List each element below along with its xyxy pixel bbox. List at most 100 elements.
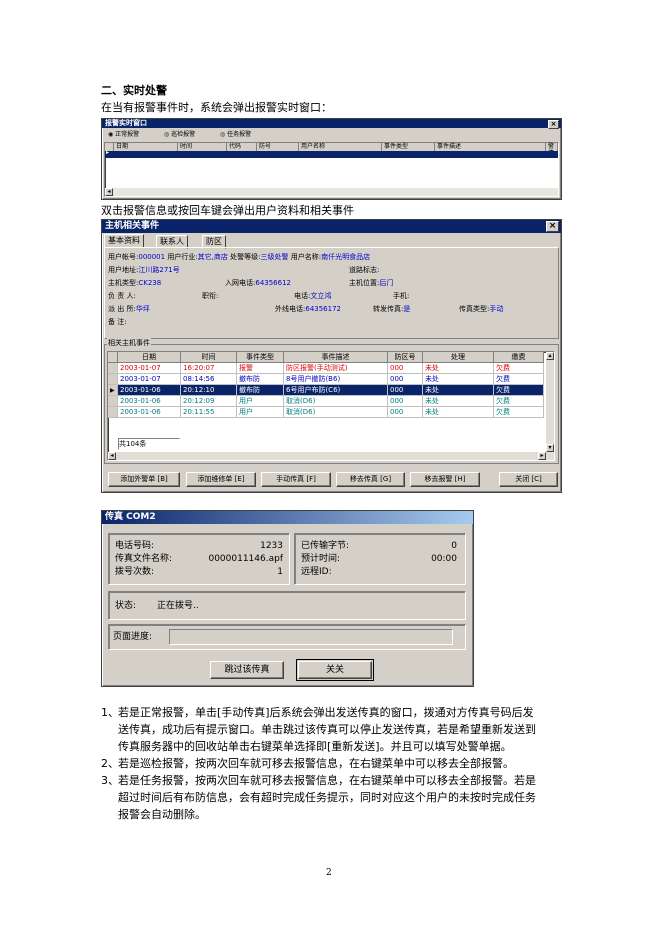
alarm-tabs: ◉ 正常报警 ◎ 巡检报警 ◎ 任务报警	[104, 130, 304, 140]
phone-value: 文立鸿	[310, 292, 332, 300]
tab-task-alarm[interactable]: ◎ 任务报警	[220, 130, 251, 140]
event-cell-type: 用户	[237, 396, 284, 407]
col-time[interactable]: 时间	[178, 143, 227, 151]
hosttype-label: 主机类型:	[108, 279, 139, 287]
event-cell-proc: 未处	[423, 363, 494, 374]
col-user-name[interactable]: 用户名称	[299, 143, 382, 151]
fax-sent-label: 已传输字节:	[301, 541, 350, 551]
scroll-left-icon[interactable]: ◂	[105, 188, 113, 196]
fax-status-group: 状态: 正在拨号..	[108, 591, 466, 620]
row-pointer-icon: ▸	[106, 149, 110, 156]
radio-icon: ◎	[220, 131, 226, 138]
location-value: 后门	[379, 279, 394, 287]
phone-label: 电话:	[294, 292, 311, 300]
event-cell-time: 08:14:56	[181, 374, 237, 385]
horizontal-scrollbar[interactable]: ◂ ▸	[108, 452, 554, 460]
event-cell-proc: 未处	[423, 407, 494, 418]
event-cell-fee: 欠费	[494, 374, 544, 385]
section-heading: 二、实时处警	[101, 84, 167, 97]
event-cell-fee: 欠费	[494, 396, 544, 407]
name-value: 南仟光明食品店	[321, 253, 371, 261]
fax-progress-bar	[169, 629, 453, 645]
event-row[interactable]: 2003-01-06 20:12:09 用户 取消(D6) 000 未处 欠费	[108, 396, 544, 407]
close-icon[interactable]: ×	[548, 120, 559, 129]
fax-window-titlebar: 传真 COM2	[102, 511, 473, 524]
scroll-left-icon[interactable]: ◂	[108, 452, 116, 460]
col-event-desc[interactable]: 事件描述	[435, 143, 546, 151]
scroll-right-icon[interactable]: ▸	[538, 452, 546, 460]
note-number: 2、	[101, 757, 119, 770]
event-row[interactable]: 2003-01-07 16:20:07 报警 防区报警(手动测试) 000 未处 欠费	[108, 363, 544, 374]
scroll-up-icon[interactable]: ▴	[546, 352, 554, 360]
fax-window-title: 传真 COM2	[105, 512, 156, 522]
related-events-group: 相关主机事件 日期 时间 事件类型 事件描述 防区号 处理 缴费 2003-01…	[104, 338, 559, 464]
event-cell-desc: 防区报警(手动测试)	[284, 363, 388, 374]
tab-patrol-alarm[interactable]: ◎ 巡检报警	[164, 130, 195, 140]
col-event-type[interactable]: 事件类型	[382, 143, 435, 151]
fax-transfer-group: 已传输字节: 0 预计时间: 00:00 远程ID:	[294, 533, 466, 585]
fax-remote-label: 远程ID:	[301, 567, 332, 577]
event-cell-proc: 未处	[423, 385, 494, 396]
col-zone[interactable]: 防号	[257, 143, 299, 151]
row-pointer-icon: ▶	[108, 385, 118, 396]
event-row[interactable]: 2003-01-07 08:14:56 撤布防 8号用户撤防(B6) 000 未处 欠费	[108, 374, 544, 385]
event-cell-fee: 欠费	[494, 363, 544, 374]
netphone-value: 64356612	[255, 279, 291, 287]
fax-sent-value: 0	[451, 541, 457, 551]
col-time[interactable]: 时间	[181, 352, 237, 363]
fax-file-value: 0000011146.apf	[208, 554, 283, 564]
alarm-list[interactable]: 日期 时间 代码 防号 用户名称 事件类型 事件描述 警情 ▸ ◂	[104, 142, 559, 197]
scroll-down-icon[interactable]: ▾	[546, 444, 554, 452]
section-intro: 在当有报警事件时，系统会弹出报警实时窗口：	[101, 101, 332, 114]
event-cell-date: 2003-01-06	[118, 396, 181, 407]
event-cell-time: 16:20:07	[181, 363, 237, 374]
col-date[interactable]: 日期	[118, 352, 181, 363]
event-cell-type: 用户	[237, 407, 284, 418]
col-process[interactable]: 处理	[423, 352, 494, 363]
alarm-selected-row[interactable]: ▸	[105, 149, 558, 158]
event-cell-date: 2003-01-07	[118, 374, 181, 385]
event-cell-desc: 取消(D6)	[284, 396, 388, 407]
extphone-value: 64356172	[305, 305, 341, 313]
close-icon[interactable]: ×	[546, 221, 559, 232]
col-date[interactable]: 日期	[114, 143, 178, 151]
address-label: 用户地址:	[108, 266, 139, 274]
remove-alarm-button[interactable]: 移去报警 [H]	[410, 472, 480, 487]
tab-normal-alarm[interactable]: ◉ 正常报警	[108, 130, 139, 140]
add-external-alarm-button[interactable]: 添加外警单 [B]	[108, 472, 180, 487]
host-window-titlebar: 主机相关事件 ×	[102, 220, 561, 233]
fax-dial-value: 1	[277, 567, 283, 577]
event-cell-fee: 欠费	[494, 407, 544, 418]
horizontal-scrollbar[interactable]: ◂	[105, 188, 558, 196]
col-event-desc[interactable]: 事件描述	[284, 352, 388, 363]
col-zone-no[interactable]: 防区号	[388, 352, 423, 363]
add-repair-button[interactable]: 添加维修单 [E]	[186, 472, 256, 487]
alarm-window-titlebar: 报警实时窗口 ×	[102, 119, 561, 129]
events-table-header: 日期 时间 事件类型 事件描述 防区号 处理 缴费	[108, 352, 544, 363]
related-events-label: 相关主机事件	[107, 338, 151, 349]
col-event-type[interactable]: 事件类型	[237, 352, 284, 363]
col-fee[interactable]: 缴费	[494, 352, 544, 363]
remove-fax-button[interactable]: 移去传真 [G]	[336, 472, 405, 487]
mobile-label: 手机:	[393, 292, 410, 300]
fax-phone-value: 1233	[260, 541, 283, 551]
basic-info-panel: 用户帐号:000001 用户行业:其它,商店 处警等级:三级处警 用户名称:南仟…	[104, 247, 559, 339]
event-cell-proc: 未处	[423, 396, 494, 407]
manual-fax-button[interactable]: 手动传真 [F]	[261, 472, 331, 487]
close-button[interactable]: 关闭 [C]	[499, 472, 558, 487]
note-line: 传真服务器中的回收站单击右键菜单选择即[重新发送]。并且可以填写处警单据。	[118, 740, 512, 753]
events-table[interactable]: 日期 时间 事件类型 事件描述 防区号 处理 缴费 2003-01-07 16:2…	[107, 351, 555, 461]
tab-basic-info[interactable]: 基本资料	[104, 234, 144, 248]
fax-eta-label: 预计时间:	[301, 554, 341, 564]
event-cell-time: 20:12:09	[181, 396, 237, 407]
event-row[interactable]: 2003-01-06 20:11:55 用户 取消(D6) 000 未处 欠费	[108, 407, 544, 418]
vertical-scrollbar[interactable]: ▴ ▾	[546, 352, 554, 452]
col-code[interactable]: 代码	[227, 143, 257, 151]
event-cell-proc: 未处	[423, 374, 494, 385]
col-alert[interactable]: 警情	[546, 143, 558, 157]
event-row[interactable]: ▶ 2003-01-06 20:12:10 撤布防 6号用户布防(C6) 000 未处 欠费	[108, 385, 544, 396]
skip-fax-button[interactable]: 跳过该传真	[210, 661, 284, 679]
host-events-window: 主机相关事件 × 基本资料 联系人 防区 用户帐号:000001 用户行业:其它…	[101, 219, 562, 493]
name-label: 用户名称:	[290, 253, 322, 261]
fax-close-button[interactable]: 关关	[296, 659, 374, 681]
